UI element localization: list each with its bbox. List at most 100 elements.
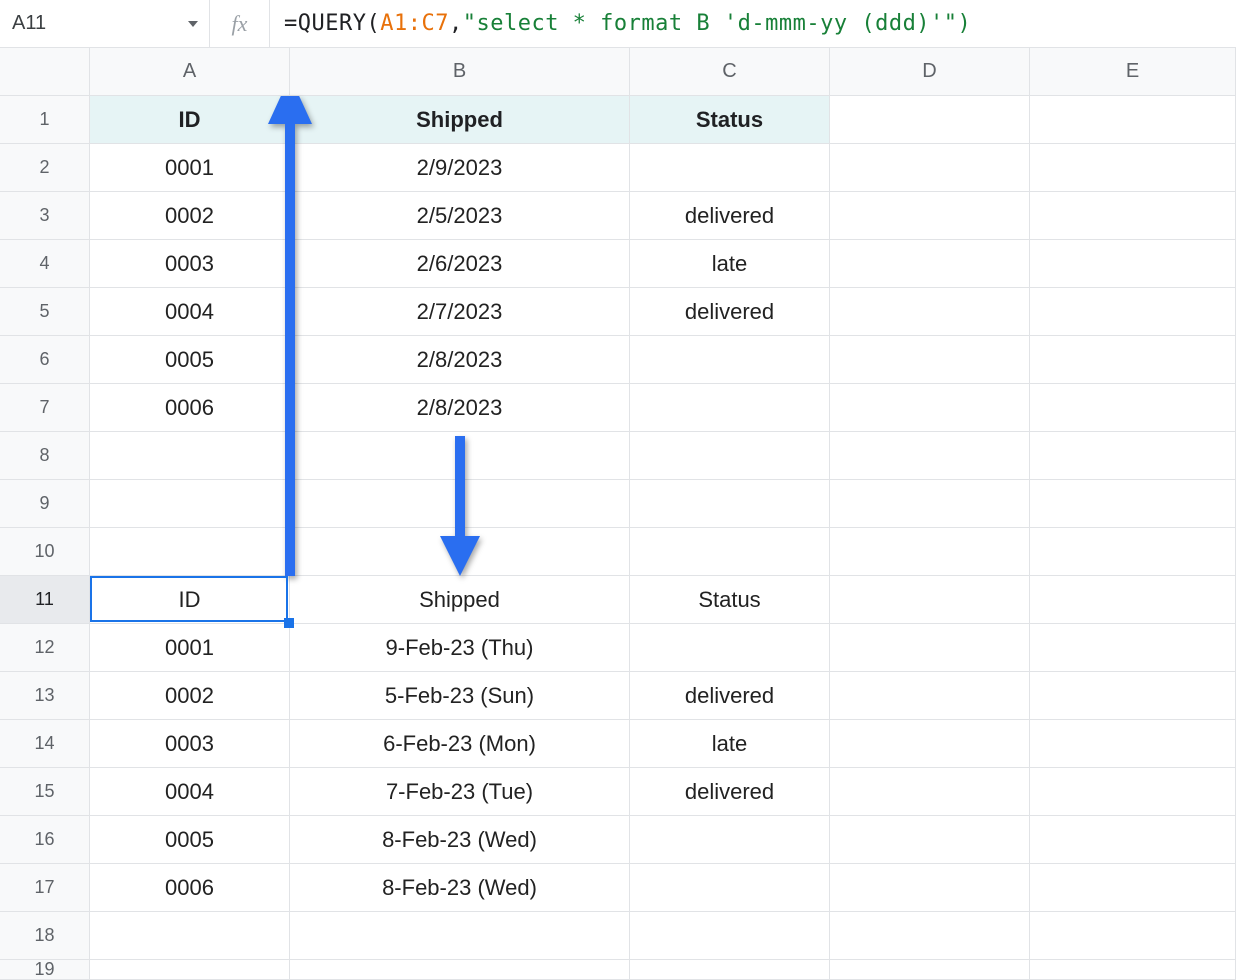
cell-a14[interactable]: 0003 — [90, 720, 290, 768]
row-header-7[interactable]: 7 — [0, 384, 90, 432]
row-header-13[interactable]: 13 — [0, 672, 90, 720]
cell-d7[interactable] — [830, 384, 1030, 432]
cell-c4[interactable]: late — [630, 240, 830, 288]
row-header-8[interactable]: 8 — [0, 432, 90, 480]
cell-d17[interactable] — [830, 864, 1030, 912]
cell-a8[interactable] — [90, 432, 290, 480]
cell-a6[interactable]: 0005 — [90, 336, 290, 384]
cell-e2[interactable] — [1030, 144, 1236, 192]
cell-b11[interactable]: Shipped — [290, 576, 630, 624]
cell-a18[interactable] — [90, 912, 290, 960]
cell-a1[interactable]: ID — [90, 96, 290, 144]
cell-d3[interactable] — [830, 192, 1030, 240]
row-header-18[interactable]: 18 — [0, 912, 90, 960]
cell-a4[interactable]: 0003 — [90, 240, 290, 288]
cell-b15[interactable]: 7-Feb-23 (Tue) — [290, 768, 630, 816]
cell-c2[interactable] — [630, 144, 830, 192]
cell-d14[interactable] — [830, 720, 1030, 768]
row-header-16[interactable]: 16 — [0, 816, 90, 864]
cell-b17[interactable]: 8-Feb-23 (Wed) — [290, 864, 630, 912]
cell-c7[interactable] — [630, 384, 830, 432]
cell-b18[interactable] — [290, 912, 630, 960]
cell-c8[interactable] — [630, 432, 830, 480]
cell-b10[interactable] — [290, 528, 630, 576]
cell-c1[interactable]: Status — [630, 96, 830, 144]
column-header-a[interactable]: A — [90, 48, 290, 96]
cell-b6[interactable]: 2/8/2023 — [290, 336, 630, 384]
cell-a9[interactable] — [90, 480, 290, 528]
cell-a19[interactable] — [90, 960, 290, 980]
cell-d16[interactable] — [830, 816, 1030, 864]
cell-c9[interactable] — [630, 480, 830, 528]
cell-d9[interactable] — [830, 480, 1030, 528]
cell-b7[interactable]: 2/8/2023 — [290, 384, 630, 432]
cell-a11[interactable]: ID — [90, 576, 290, 624]
cell-a12[interactable]: 0001 — [90, 624, 290, 672]
row-header-3[interactable]: 3 — [0, 192, 90, 240]
cell-c13[interactable]: delivered — [630, 672, 830, 720]
cell-e10[interactable] — [1030, 528, 1236, 576]
row-header-2[interactable]: 2 — [0, 144, 90, 192]
formula-input[interactable]: =QUERY(A1:C7,"select * format B 'd-mmm-y… — [270, 0, 1236, 47]
row-header-11[interactable]: 11 — [0, 576, 90, 624]
cell-c12[interactable] — [630, 624, 830, 672]
cell-d13[interactable] — [830, 672, 1030, 720]
row-header-6[interactable]: 6 — [0, 336, 90, 384]
cell-e4[interactable] — [1030, 240, 1236, 288]
cell-b8[interactable] — [290, 432, 630, 480]
cell-b3[interactable]: 2/5/2023 — [290, 192, 630, 240]
cell-c18[interactable] — [630, 912, 830, 960]
cell-c16[interactable] — [630, 816, 830, 864]
cell-e16[interactable] — [1030, 816, 1236, 864]
cell-d11[interactable] — [830, 576, 1030, 624]
column-header-d[interactable]: D — [830, 48, 1030, 96]
cell-b1[interactable]: Shipped — [290, 96, 630, 144]
row-header-19[interactable]: 19 — [0, 960, 90, 980]
cell-b16[interactable]: 8-Feb-23 (Wed) — [290, 816, 630, 864]
row-header-4[interactable]: 4 — [0, 240, 90, 288]
cell-a5[interactable]: 0004 — [90, 288, 290, 336]
row-header-17[interactable]: 17 — [0, 864, 90, 912]
active-cell-fill-handle[interactable] — [284, 618, 294, 628]
row-header-14[interactable]: 14 — [0, 720, 90, 768]
row-header-10[interactable]: 10 — [0, 528, 90, 576]
cell-d4[interactable] — [830, 240, 1030, 288]
cell-e14[interactable] — [1030, 720, 1236, 768]
row-header-12[interactable]: 12 — [0, 624, 90, 672]
cell-a10[interactable] — [90, 528, 290, 576]
column-header-b[interactable]: B — [290, 48, 630, 96]
cell-b5[interactable]: 2/7/2023 — [290, 288, 630, 336]
cell-b19[interactable] — [290, 960, 630, 980]
cell-b12[interactable]: 9-Feb-23 (Thu) — [290, 624, 630, 672]
cell-c19[interactable] — [630, 960, 830, 980]
cell-d6[interactable] — [830, 336, 1030, 384]
cell-a16[interactable]: 0005 — [90, 816, 290, 864]
cell-a13[interactable]: 0002 — [90, 672, 290, 720]
cell-b9[interactable] — [290, 480, 630, 528]
cell-d8[interactable] — [830, 432, 1030, 480]
name-box-container[interactable] — [0, 0, 210, 47]
name-box-dropdown-icon[interactable] — [187, 18, 199, 30]
cell-e7[interactable] — [1030, 384, 1236, 432]
cell-e6[interactable] — [1030, 336, 1236, 384]
column-header-c[interactable]: C — [630, 48, 830, 96]
cell-e8[interactable] — [1030, 432, 1236, 480]
cell-d1[interactable] — [830, 96, 1030, 144]
cell-e17[interactable] — [1030, 864, 1236, 912]
row-header-9[interactable]: 9 — [0, 480, 90, 528]
cell-b2[interactable]: 2/9/2023 — [290, 144, 630, 192]
cell-d15[interactable] — [830, 768, 1030, 816]
cell-b14[interactable]: 6-Feb-23 (Mon) — [290, 720, 630, 768]
cell-c6[interactable] — [630, 336, 830, 384]
cell-e12[interactable] — [1030, 624, 1236, 672]
cell-a2[interactable]: 0001 — [90, 144, 290, 192]
cell-c3[interactable]: delivered — [630, 192, 830, 240]
cell-b4[interactable]: 2/6/2023 — [290, 240, 630, 288]
cell-c5[interactable]: delivered — [630, 288, 830, 336]
row-header-15[interactable]: 15 — [0, 768, 90, 816]
cell-e3[interactable] — [1030, 192, 1236, 240]
name-box[interactable] — [10, 11, 150, 36]
cells-area[interactable]: ID Shipped Status 0001 2/9/2023 0002 2/5… — [90, 96, 1236, 980]
column-header-e[interactable]: E — [1030, 48, 1236, 96]
cell-e11[interactable] — [1030, 576, 1236, 624]
